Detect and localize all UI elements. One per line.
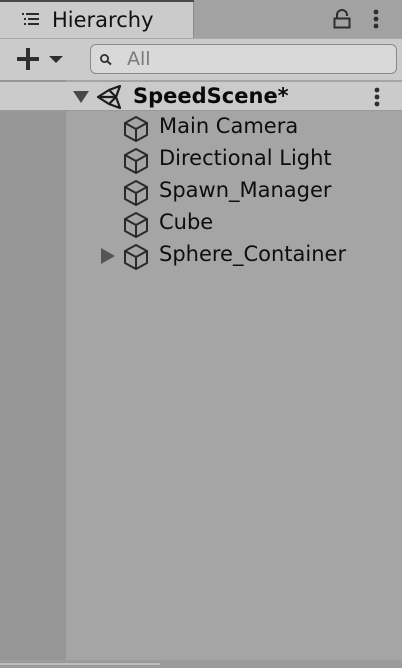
gameobject-cube-icon xyxy=(124,116,148,142)
hierarchy-item-directional-light[interactable]: Directional Light xyxy=(66,143,402,175)
expand-arrow-right-icon[interactable] xyxy=(101,248,115,264)
gameobject-cube-icon xyxy=(124,148,148,174)
hierarchy-tree: SpeedScene* Main Camera Directional Ligh… xyxy=(0,80,402,668)
hierarchy-item-label: Directional Light xyxy=(159,146,332,170)
plus-icon xyxy=(17,48,39,70)
tree-gutter xyxy=(0,80,66,668)
search-icon xyxy=(100,54,112,66)
scene-name: SpeedScene* xyxy=(133,84,289,108)
search-input[interactable] xyxy=(127,47,387,71)
hierarchy-item-label: Cube xyxy=(159,210,214,234)
hierarchy-toolbar xyxy=(0,38,402,80)
unity-scene-icon xyxy=(96,85,122,109)
hierarchy-item-label: Spawn_Manager xyxy=(159,178,332,202)
hierarchy-item-label: Sphere_Container xyxy=(159,242,347,266)
create-dropdown-button[interactable] xyxy=(12,45,70,73)
scene-menu-kebab-icon[interactable] xyxy=(370,86,384,108)
scene-row[interactable]: SpeedScene* xyxy=(0,82,402,111)
lock-icon[interactable] xyxy=(333,9,351,29)
bottom-edge xyxy=(0,660,402,668)
hierarchy-item-sphere-container[interactable]: Sphere_Container xyxy=(66,239,402,271)
hierarchy-item-spawn-manager[interactable]: Spawn_Manager xyxy=(66,175,402,207)
list-icon xyxy=(22,13,39,25)
gameobject-cube-icon xyxy=(124,244,148,270)
search-field[interactable] xyxy=(90,44,397,74)
hierarchy-item-label: Main Camera xyxy=(159,114,299,138)
chevron-down-icon xyxy=(49,56,63,63)
tab-hierarchy[interactable]: Hierarchy xyxy=(0,0,194,38)
tab-bar: Hierarchy xyxy=(0,0,402,38)
tab-active-indicator xyxy=(0,0,194,2)
hierarchy-item-main-camera[interactable]: Main Camera xyxy=(66,111,402,143)
gameobject-cube-icon xyxy=(124,212,148,238)
hierarchy-item-cube[interactable]: Cube xyxy=(66,207,402,239)
expand-arrow-down-icon[interactable] xyxy=(73,91,89,103)
gameobject-cube-icon xyxy=(124,180,148,206)
tab-title: Hierarchy xyxy=(52,8,154,32)
tab-menu-kebab-icon[interactable] xyxy=(369,8,383,30)
